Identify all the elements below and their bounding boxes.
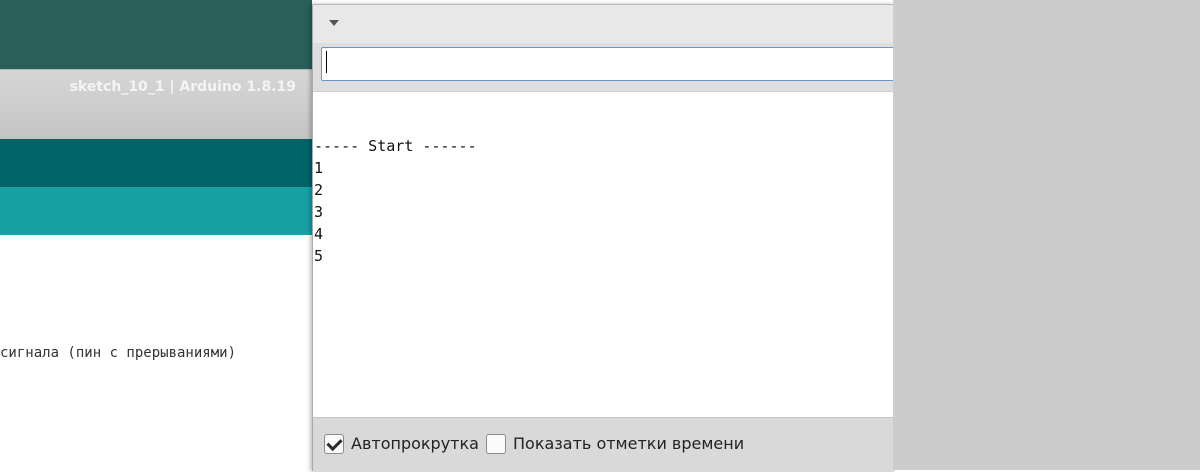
output-line: 4 xyxy=(314,225,324,243)
ide-tab-bar xyxy=(0,187,312,235)
ide-toolbar xyxy=(0,139,312,187)
ide-code-editor[interactable]: сигнала (пин с прерываниями) xyxy=(0,235,312,470)
timestamps-checkbox[interactable] xyxy=(486,434,506,454)
serial-monitor-window: ----- Start ------ 1 2 3 4 5 Автопрокрут… xyxy=(312,4,896,472)
output-line: ----- Start ------ xyxy=(314,137,477,155)
output-line: 1 xyxy=(314,159,324,177)
autoscroll-checkbox[interactable] xyxy=(324,434,344,454)
ide-window-title: sketch_10_1 | Arduino 1.8.19 xyxy=(69,79,296,95)
window-menu-arrow-icon[interactable] xyxy=(329,20,339,26)
serial-footer: Автопрокрутка Показать отметки времени xyxy=(313,417,894,472)
output-line: 2 xyxy=(314,181,324,199)
serial-send-input[interactable] xyxy=(321,47,896,81)
ide-top-bar xyxy=(0,0,312,69)
ide-title-bar: sketch_10_1 | Arduino 1.8.19 xyxy=(0,69,312,140)
autoscroll-label[interactable]: Автопрокрутка xyxy=(351,434,479,453)
code-line: сигнала (пин с прерываниями) xyxy=(0,345,237,361)
output-line: 3 xyxy=(314,203,324,221)
window-header xyxy=(313,5,894,43)
serial-output-area: ----- Start ------ 1 2 3 4 5 xyxy=(313,91,894,417)
output-line: 5 xyxy=(314,247,324,265)
desktop-background xyxy=(893,0,1200,470)
text-caret xyxy=(326,51,327,73)
timestamps-label[interactable]: Показать отметки времени xyxy=(513,434,744,453)
